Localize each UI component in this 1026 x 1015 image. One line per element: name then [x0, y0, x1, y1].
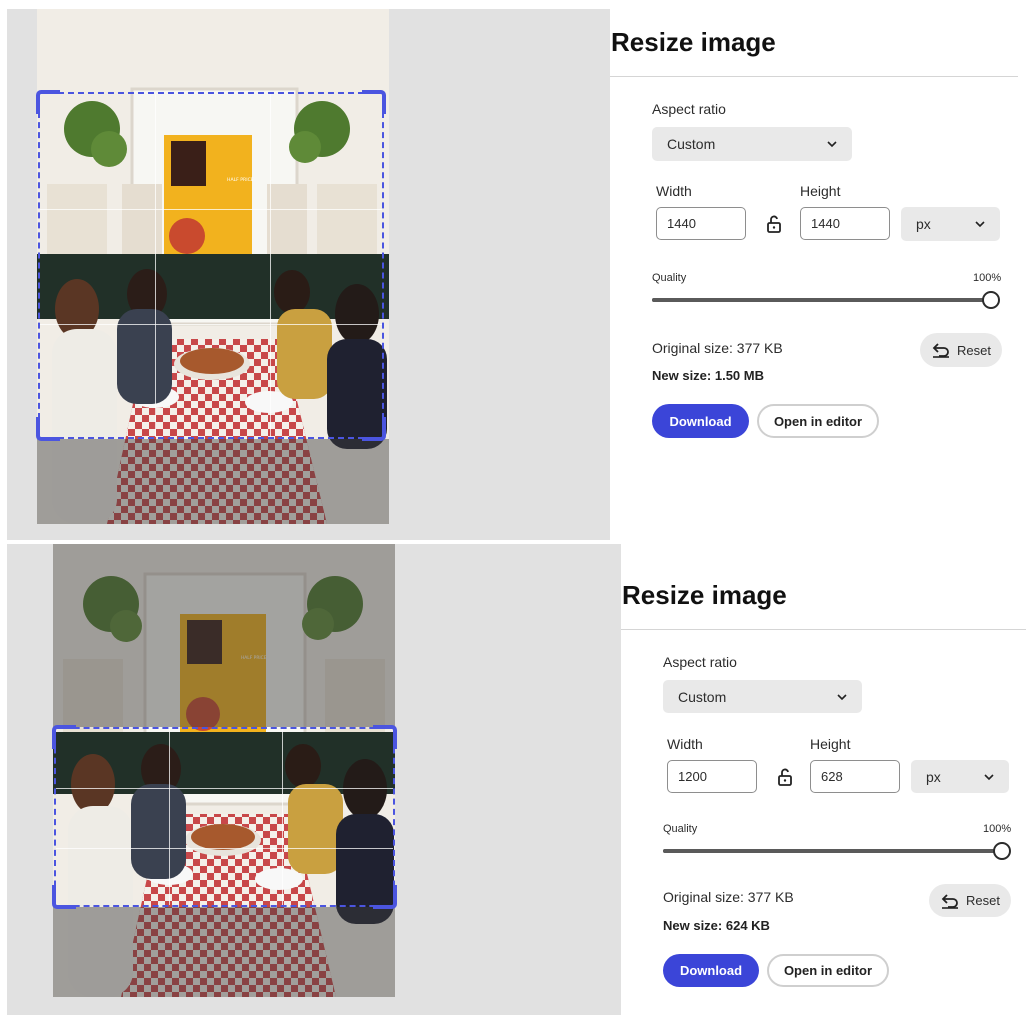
open-in-editor-button[interactable]: Open in editor	[767, 954, 889, 987]
new-size: New size: 624 KB	[663, 918, 770, 933]
aspect-ratio-label: Aspect ratio	[652, 101, 726, 117]
crop-handle-top-left[interactable]	[36, 90, 60, 114]
crop-grid-line	[270, 94, 271, 437]
width-input[interactable]: 1200	[667, 760, 757, 793]
crop-grid-line	[155, 94, 156, 437]
resize-panel: Resize image Aspect ratio Custom Width H…	[610, 0, 1026, 540]
reset-label: Reset	[957, 342, 991, 358]
open-in-editor-button[interactable]: Open in editor	[757, 404, 879, 438]
unit-dropdown[interactable]: px	[911, 760, 1009, 793]
aspect-ratio-dropdown[interactable]: Custom	[652, 127, 852, 161]
reset-button[interactable]: Reset	[920, 333, 1002, 367]
outside-crop-overlay	[53, 907, 395, 997]
quality-slider[interactable]	[663, 849, 1003, 853]
quality-slider[interactable]	[652, 298, 992, 302]
crop-handle-bottom-left[interactable]	[36, 417, 60, 441]
quality-label: Quality	[663, 823, 698, 835]
canvas-area: HALF PRICE	[7, 9, 610, 540]
height-label: Height	[800, 183, 841, 199]
quality-slider-fill	[652, 298, 992, 302]
unit-value: px	[916, 216, 931, 232]
canvas-area: HALF PRICE	[7, 544, 621, 1015]
undo-icon	[941, 893, 959, 909]
crop-grid-line	[56, 788, 393, 789]
crop-handle-bottom-left[interactable]	[52, 885, 76, 909]
reset-button[interactable]: Reset	[929, 884, 1011, 917]
title-divider	[621, 629, 1026, 630]
undo-icon	[932, 343, 950, 358]
crop-grid-line	[40, 209, 382, 210]
unit-value: px	[926, 768, 941, 785]
crop-handle-bottom-right[interactable]	[362, 417, 386, 441]
crop-grid-line	[40, 324, 382, 325]
aspect-ratio-value: Custom	[678, 688, 727, 705]
width-label: Width	[667, 736, 703, 752]
aspect-ratio-label: Aspect ratio	[663, 654, 737, 670]
original-size: Original size: 377 KB	[652, 340, 783, 356]
resize-panel: Resize image Aspect ratio Custom Width H…	[621, 542, 1026, 1015]
crop-handle-top-right[interactable]	[373, 725, 397, 749]
quality-slider-thumb[interactable]	[993, 842, 1011, 860]
resize-state-2: HALF PRICE Resize image Aspect ratio Cus…	[0, 542, 1026, 1015]
title-divider	[610, 76, 1018, 77]
chevron-down-icon	[983, 771, 995, 786]
download-button[interactable]: Download	[663, 954, 759, 987]
quality-value: 100%	[983, 823, 1012, 835]
reset-label: Reset	[966, 893, 1000, 908]
height-input[interactable]: 628	[810, 760, 900, 793]
crop-grid-line	[56, 848, 393, 849]
outside-crop-overlay	[53, 544, 395, 727]
height-label: Height	[810, 736, 851, 752]
quality-slider-thumb[interactable]	[982, 291, 1000, 309]
chevron-down-icon	[826, 138, 838, 153]
outside-crop-overlay	[37, 439, 389, 524]
crop-grid-line	[169, 729, 170, 905]
quality-value: 100%	[973, 272, 1002, 284]
crop-handle-top-left[interactable]	[52, 725, 76, 749]
unit-dropdown[interactable]: px	[901, 207, 1000, 241]
crop-box[interactable]	[52, 725, 397, 909]
new-size: New size: 1.50 MB	[652, 368, 764, 383]
crop-handle-top-right[interactable]	[362, 90, 386, 114]
chevron-down-icon	[836, 691, 848, 706]
height-input[interactable]: 1440	[800, 207, 890, 240]
crop-handle-bottom-right[interactable]	[373, 885, 397, 909]
download-button[interactable]: Download	[652, 404, 749, 438]
aspect-ratio-value: Custom	[667, 136, 716, 152]
chevron-down-icon	[974, 218, 986, 233]
resize-state-1: HALF PRICE Resize image Aspect ratio Cus…	[0, 0, 1026, 540]
unlock-icon[interactable]	[763, 213, 785, 235]
original-size: Original size: 377 KB	[663, 889, 794, 905]
panel-title: Resize image	[611, 27, 776, 57]
quality-slider-fill	[663, 849, 1003, 853]
crop-grid-line	[282, 729, 283, 905]
width-input[interactable]: 1440	[656, 207, 746, 240]
crop-box[interactable]	[36, 90, 386, 441]
panel-title: Resize image	[622, 580, 787, 610]
width-label: Width	[656, 183, 692, 199]
aspect-ratio-dropdown[interactable]: Custom	[663, 680, 862, 713]
unlock-icon[interactable]	[774, 766, 796, 788]
quality-label: Quality	[652, 272, 687, 284]
